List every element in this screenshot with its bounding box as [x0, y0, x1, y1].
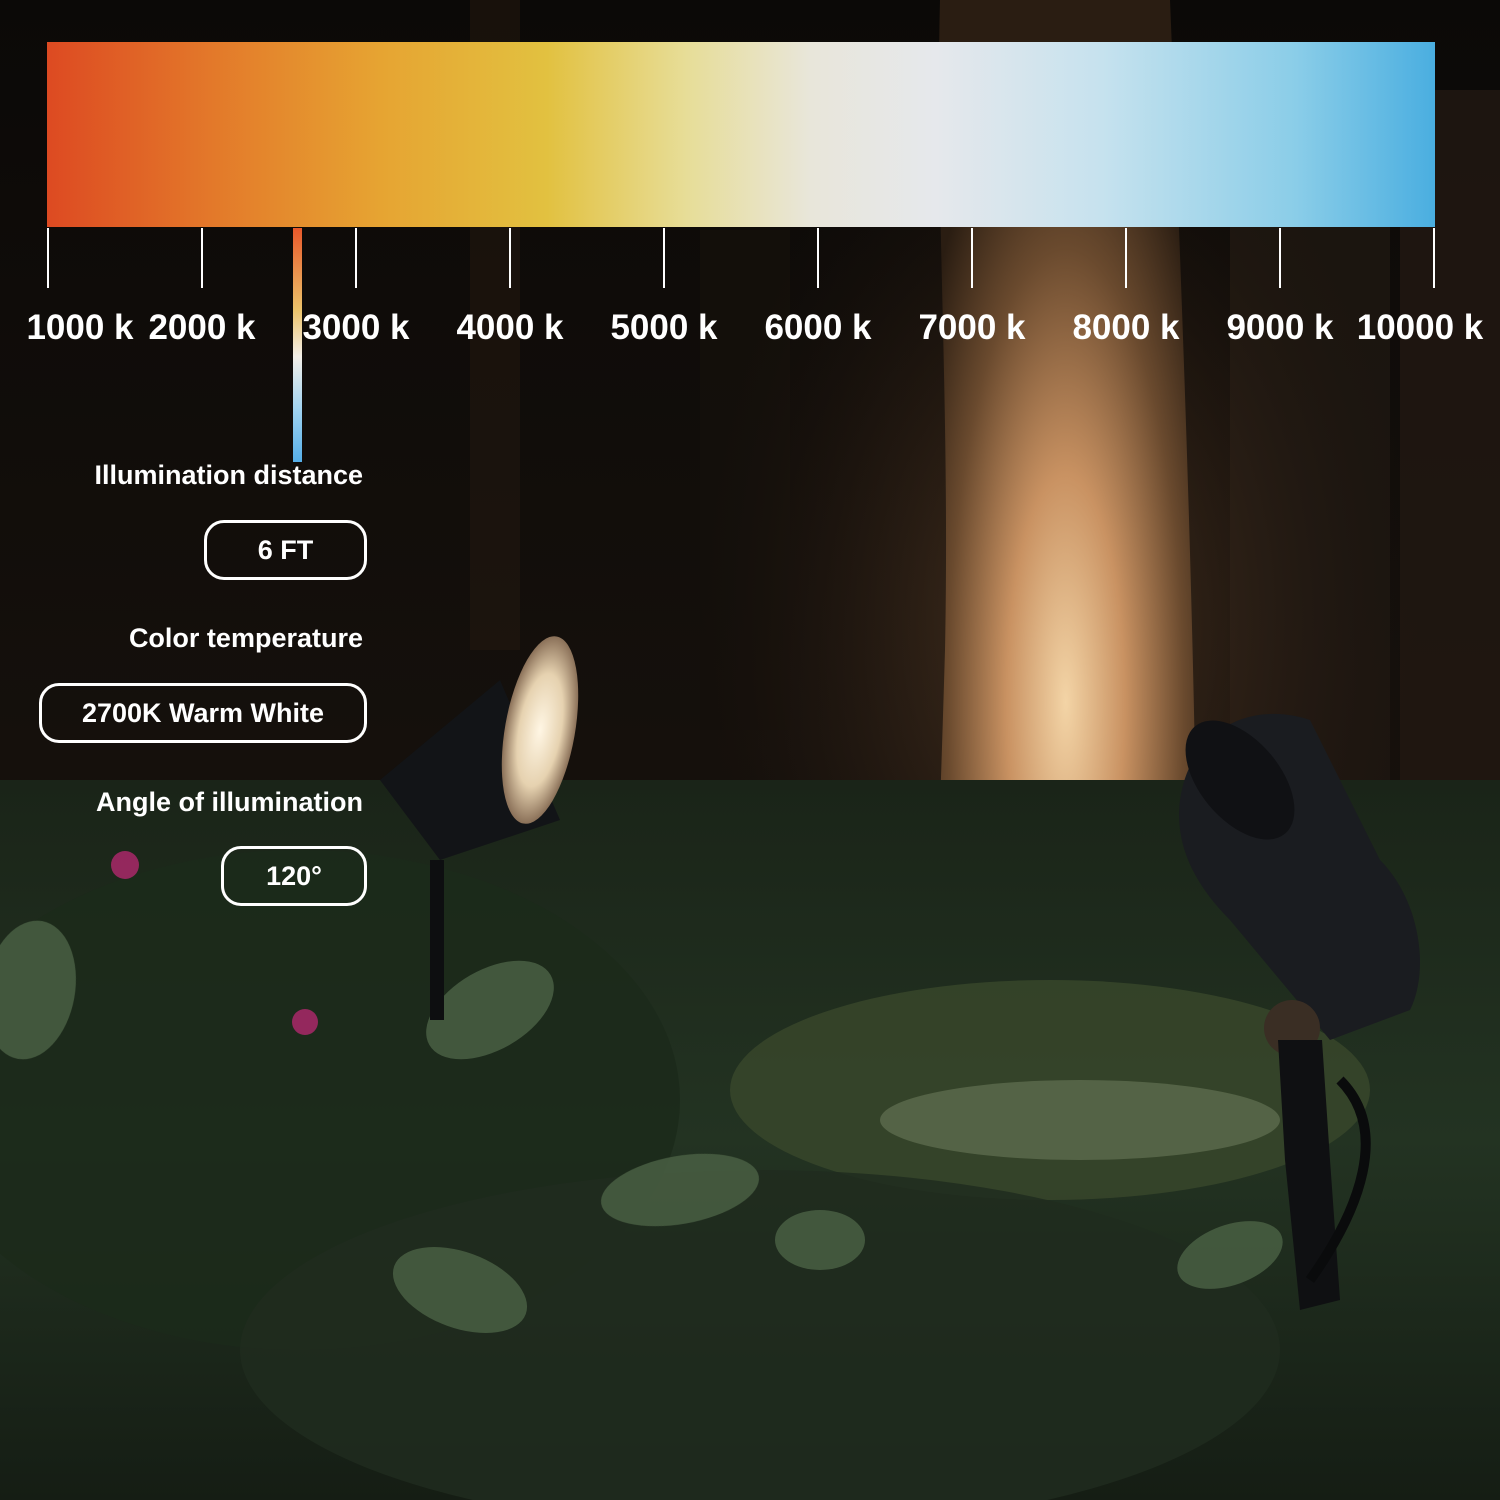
scale-tick — [355, 228, 357, 288]
scale-tick — [201, 228, 203, 288]
tick-label-5000k: 5000 k — [610, 308, 718, 347]
scale-tick — [47, 228, 49, 288]
tick-label-8000k: 8000 k — [1072, 308, 1180, 347]
distance-value-pill: 6 FT — [204, 520, 367, 580]
color-temperature-label: Color temperature — [128, 623, 363, 653]
tick-label-7000k: 7000 k — [918, 308, 1026, 347]
distance-label: Illumination distance — [94, 460, 363, 490]
scale-tick — [1125, 228, 1127, 288]
tick-label-6000k: 6000 k — [764, 308, 872, 347]
scale-tick — [1279, 228, 1281, 288]
temperature-marker — [293, 228, 302, 462]
color-temperature-value-pill: 2700K Warm White — [39, 683, 367, 743]
tick-label-9000k: 9000 k — [1226, 308, 1334, 347]
scale-tick — [1433, 228, 1435, 288]
scale-tick — [663, 228, 665, 288]
scale-tick — [971, 228, 973, 288]
tick-label-2000k: 2000 k — [148, 308, 256, 347]
tick-label-10000k: 10000 k — [1356, 308, 1484, 347]
tick-label-4000k: 4000 k — [456, 308, 564, 347]
scale-tick — [817, 228, 819, 288]
color-temperature-gradient-bar — [47, 42, 1435, 227]
angle-label: Angle of illumination — [96, 787, 363, 817]
scale-tick — [509, 228, 511, 288]
angle-value-pill: 120° — [221, 846, 367, 906]
